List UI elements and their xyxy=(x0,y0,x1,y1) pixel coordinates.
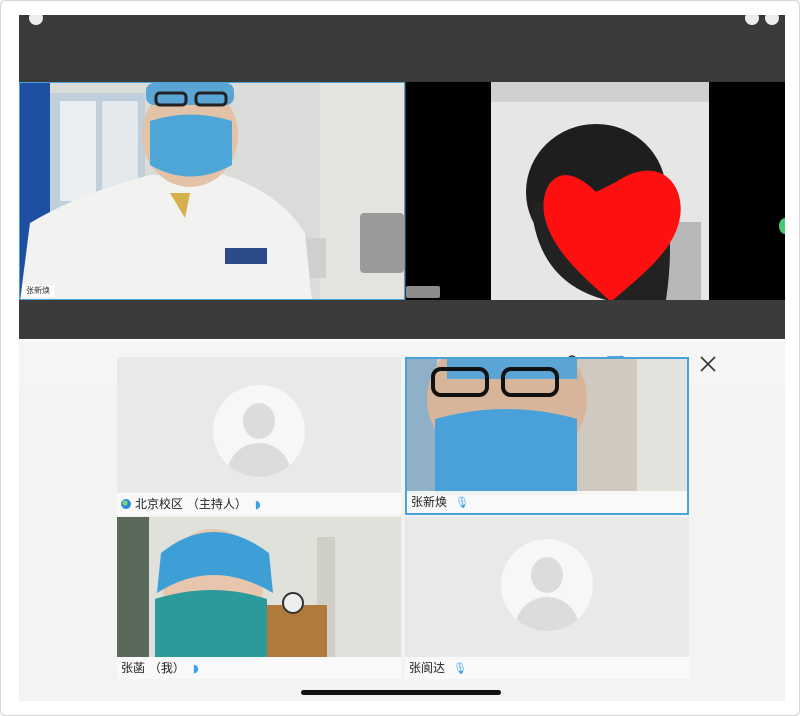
participant-tile[interactable]: 张阆达 🎙 xyxy=(405,517,689,679)
doctor-video-image xyxy=(20,83,404,299)
video-feed-right[interactable] xyxy=(406,82,785,300)
close-icon[interactable] xyxy=(697,353,719,375)
top-video-area: 张新焕 xyxy=(19,15,785,339)
default-avatar-icon xyxy=(501,539,593,631)
self-video-image xyxy=(117,517,401,657)
mic-icon: 🎙 xyxy=(453,662,467,675)
meeting-gallery-panel: ··· 北京校区 （主持人）◗ 张新焕🎙 xyxy=(19,341,785,701)
host-logo-icon xyxy=(121,499,131,509)
status-dot-icon xyxy=(779,218,785,234)
participant-label: 北京校区 （主持人） ◗ xyxy=(117,493,401,515)
participant-video-image xyxy=(407,359,687,495)
video-feed-left[interactable]: 张新焕 xyxy=(19,82,405,300)
mic-icon: ◗ xyxy=(254,498,261,511)
screenshot-frame: 张新焕 ··· xyxy=(0,0,800,716)
mic-icon: 🎙 xyxy=(455,496,469,509)
participant-tag: 张新焕 xyxy=(22,285,54,297)
mic-icon: ◗ xyxy=(192,662,199,675)
participant-tile-self[interactable]: 张菡 （我） ◗ xyxy=(117,517,401,679)
participant-label: 张新焕 🎙 xyxy=(407,491,687,513)
top-header-bar xyxy=(19,15,785,81)
participant-tile-active[interactable]: 张新焕 🎙 xyxy=(405,357,689,515)
default-avatar-icon xyxy=(213,385,305,477)
participant-video-image xyxy=(406,82,785,300)
participant-label: 张菡 （我） ◗ xyxy=(117,657,401,679)
participant-tag-blank xyxy=(406,286,440,298)
home-indicator[interactable] xyxy=(301,690,501,695)
top-footer-bar xyxy=(19,301,785,339)
participant-tile[interactable]: 北京校区 （主持人） ◗ xyxy=(117,357,401,515)
participant-label: 张阆达 🎙 xyxy=(405,657,689,679)
